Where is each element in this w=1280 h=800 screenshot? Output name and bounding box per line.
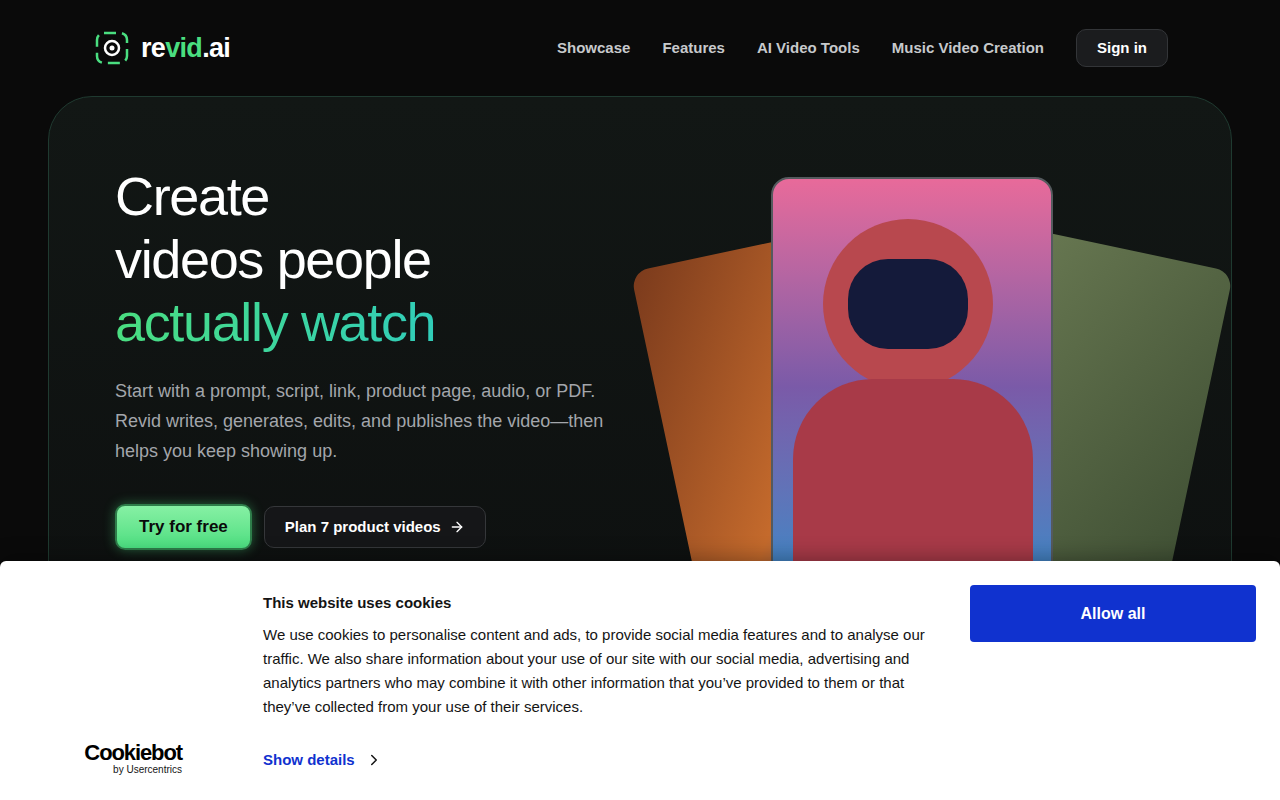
nav-link[interactable]: Features	[662, 37, 725, 60]
video-card-main[interactable]	[771, 177, 1053, 597]
hero-title: Createvideos peopleactually watch	[115, 165, 649, 358]
chevron-right-icon	[365, 751, 383, 769]
cookie-title: This website uses cookies	[263, 593, 953, 613]
logo[interactable]: revid.ai	[95, 28, 230, 69]
logo-icon	[95, 31, 129, 65]
page: revid.ai Showcase Features AI Video Tools Mu…	[0, 0, 1280, 800]
cookiebot-logo[interactable]: Cookiebotby Usercentrics	[78, 742, 182, 776]
cookie-body: We use cookies to personalise content an…	[263, 623, 953, 719]
nav-links: Showcase Features AI Video Tools Music Vide…	[557, 37, 1044, 60]
hero-description: Start with a prompt, script, link, produ…	[115, 376, 635, 466]
show-details-link[interactable]: Show details	[263, 749, 953, 772]
sign-in-button[interactable]: Sign in	[1076, 29, 1168, 67]
nav-link[interactable]: Music Video Creation	[892, 37, 1044, 60]
nav-link[interactable]: AI Video Tools	[757, 37, 860, 60]
top-nav: revid.ai Showcase Features AI Video Tools Mu…	[0, 0, 1280, 96]
plan-videos-button[interactable]: Plan 7 product videos	[264, 506, 486, 548]
try-free-button[interactable]: Try for free	[115, 504, 252, 550]
cookie-banner: Cookiebotby Usercentrics This website use…	[0, 561, 1280, 800]
logo-text: revid.ai	[141, 28, 230, 69]
arrow-right-icon	[449, 519, 465, 535]
nav-link[interactable]: Showcase	[557, 37, 630, 60]
allow-all-button[interactable]: Allow all	[970, 585, 1256, 642]
